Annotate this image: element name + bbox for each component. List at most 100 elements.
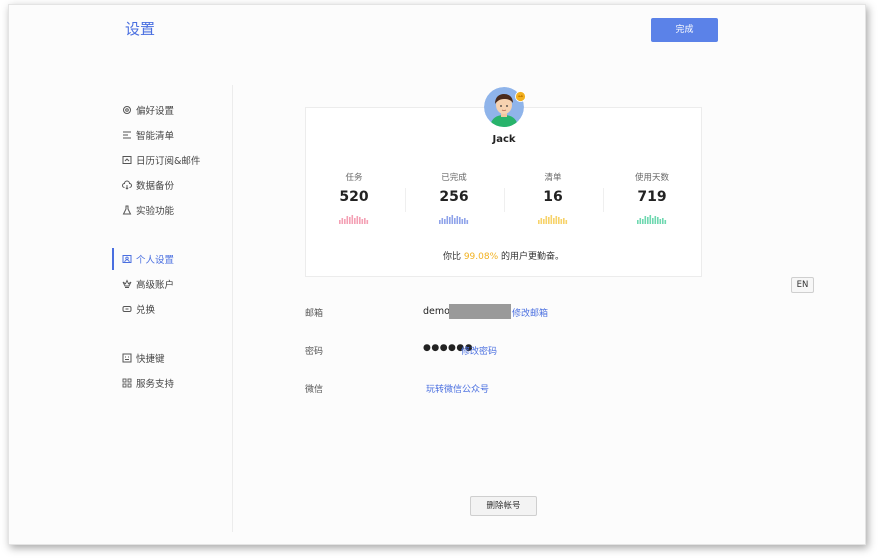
sidebar-item-label: 实验功能 <box>136 206 175 217</box>
sparkline-bar <box>349 217 351 224</box>
sparkline-bar <box>364 218 366 224</box>
sparkline-bar <box>361 219 364 224</box>
sidebar-item-smart-list[interactable]: 智能清单 <box>112 124 230 146</box>
sparkline-bar <box>664 220 667 224</box>
ticket-icon <box>122 304 132 314</box>
flask-icon <box>122 205 132 215</box>
password-label: 密码 <box>305 347 324 357</box>
sparkline-bar <box>439 220 441 224</box>
sparkline-bar <box>548 217 550 224</box>
sidebar-item-profile[interactable]: 个人设置 <box>112 248 230 270</box>
sparkline-bar <box>654 216 657 224</box>
sparkline-bar <box>451 215 454 224</box>
sparkline-chart <box>538 215 568 224</box>
gear-icon <box>122 105 132 115</box>
sparkline-bar <box>366 220 369 224</box>
sidebar-item-labs[interactable]: 实验功能 <box>112 199 230 221</box>
email-label: 邮箱 <box>305 309 324 319</box>
keyboard-icon <box>122 353 132 363</box>
user-name: Jack <box>492 134 516 145</box>
sidebar-item-premium[interactable]: 高级账户 <box>112 273 230 295</box>
stat-label: 清单 <box>544 173 562 183</box>
compare-suffix: 的用户更勤奋。 <box>501 252 565 262</box>
sparkline-bar <box>344 219 346 224</box>
sidebar-item-redeem[interactable]: 兑换 <box>112 298 230 320</box>
crown-icon <box>122 279 132 289</box>
sidebar-item-shortcuts[interactable]: 快捷键 <box>112 347 230 369</box>
sparkline-bar <box>652 218 654 224</box>
stat-lists: 清单 16 <box>504 171 602 224</box>
sparkline-bar <box>545 216 548 224</box>
sparkline-chart <box>637 215 667 224</box>
stat-tasks: 任务 520 <box>305 171 403 224</box>
email-value: demo <box>423 306 450 317</box>
stat-value: 16 <box>543 189 563 205</box>
profile-icon <box>122 254 132 264</box>
sparkline-bar <box>565 220 568 224</box>
sparkline-bar <box>446 216 449 224</box>
sparkline-bar <box>637 220 639 224</box>
compare-percentage: 99.08% <box>463 252 499 262</box>
language-toggle-button[interactable]: EN <box>791 277 814 293</box>
sparkline-bar <box>466 220 469 224</box>
sparkline-bar <box>346 216 349 224</box>
stat-value: 520 <box>339 189 369 205</box>
sparkline-chart <box>439 215 469 224</box>
grid-icon <box>122 378 132 388</box>
sparkline-bar <box>647 217 649 224</box>
sparkline-bar <box>560 219 563 224</box>
sparkline-bar <box>454 218 456 224</box>
sidebar-item-support[interactable]: 服务支持 <box>112 372 230 394</box>
stat-days: 使用天数 719 <box>603 171 701 224</box>
sparkline-bar <box>540 218 543 224</box>
sparkline-bar <box>659 219 662 224</box>
sparkline-bar <box>639 218 642 224</box>
sidebar-item-label: 兑换 <box>136 305 156 316</box>
sparkline-bar <box>642 219 644 224</box>
sparkline-bar <box>359 217 361 224</box>
stat-completed: 已完成 256 <box>405 171 503 224</box>
sparkline-bar <box>649 215 652 224</box>
sparkline-bar <box>644 216 647 224</box>
cloud-backup-icon <box>122 180 132 190</box>
sparkline-bar <box>339 220 341 224</box>
sparkline-bar <box>356 216 359 224</box>
sparkline-bar <box>563 218 565 224</box>
diligence-comparison: 你比 99.08% 的用户更勤奋。 <box>305 249 702 262</box>
stat-value: 719 <box>637 189 667 205</box>
sidebar-divider <box>232 85 233 532</box>
sparkline-bar <box>662 218 664 224</box>
sparkline-bar <box>354 218 356 224</box>
calendar-icon <box>122 155 132 165</box>
sidebar-item-preferences[interactable]: 偏好设置 <box>112 99 230 121</box>
sparkline-bar <box>543 219 545 224</box>
stat-label: 使用天数 <box>634 173 669 183</box>
sidebar-item-label: 偏好设置 <box>136 106 175 117</box>
stat-label: 已完成 <box>441 173 467 183</box>
sparkline-bar <box>441 218 444 224</box>
sidebar-item-label: 个人设置 <box>136 255 175 266</box>
change-email-link[interactable]: 修改邮箱 <box>512 306 548 319</box>
sparkline-bar <box>449 217 451 224</box>
sidebar-item-calendar[interactable]: 日历订阅&邮件 <box>112 149 230 171</box>
done-button[interactable]: 完成 <box>651 18 718 42</box>
sparkline-bar <box>459 217 461 224</box>
smart-list-icon <box>122 130 132 140</box>
sparkline-bar <box>461 219 464 224</box>
sparkline-bar <box>464 218 466 224</box>
page-title: 设置 <box>125 20 156 38</box>
sidebar-item-backup[interactable]: 数据备份 <box>112 174 230 196</box>
change-password-link[interactable]: 修改密码 <box>461 344 497 357</box>
wechat-official-account-link[interactable]: 玩转微信公众号 <box>426 382 489 395</box>
sidebar-item-label: 高级账户 <box>136 280 175 291</box>
stat-label: 任务 <box>345 173 363 183</box>
sparkline-chart <box>339 215 369 224</box>
sidebar-item-label: 数据备份 <box>136 181 175 192</box>
wechat-label: 微信 <box>305 385 324 395</box>
sparkline-bar <box>456 216 459 224</box>
sparkline-bar <box>538 220 540 224</box>
delete-account-button[interactable]: 删除帐号 <box>470 496 537 516</box>
sparkline-bar <box>553 218 555 224</box>
sidebar-item-label: 智能清单 <box>136 131 175 142</box>
sparkline-bar <box>444 219 446 224</box>
